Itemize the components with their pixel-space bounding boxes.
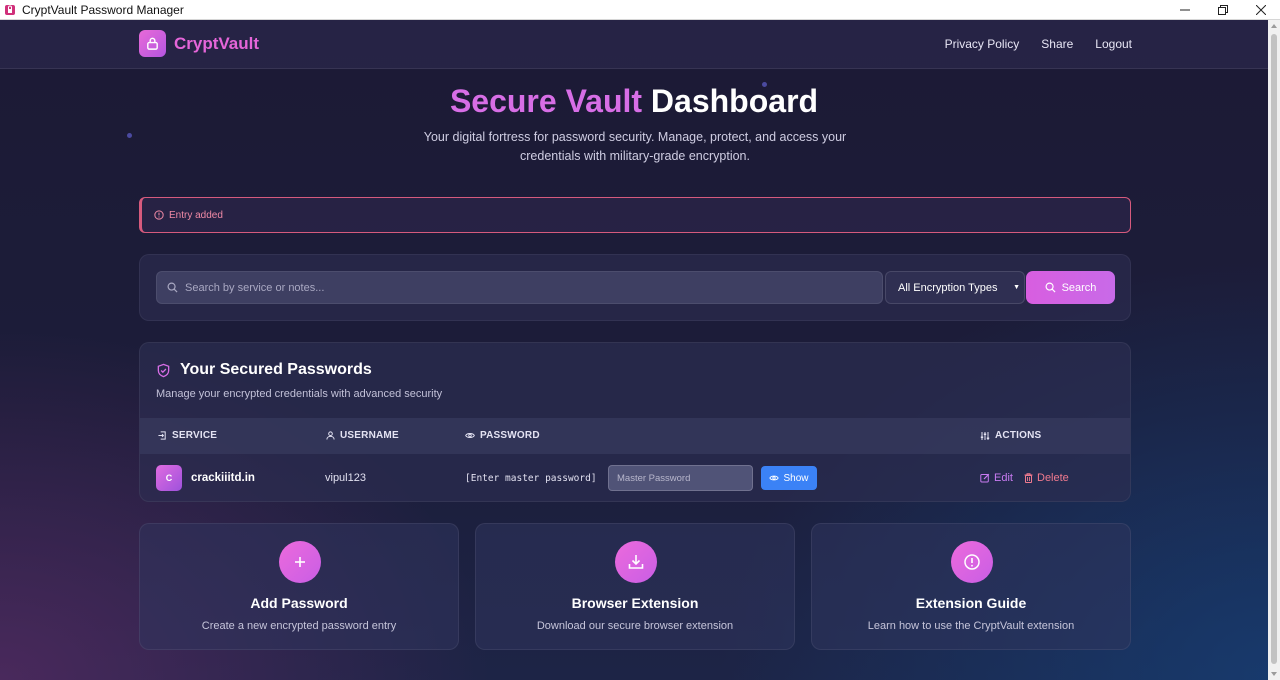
passwords-subtitle: Manage your encrypted credentials with a… <box>156 388 443 400</box>
delete-label: Delete <box>1037 472 1069 484</box>
edit-label: Edit <box>994 472 1013 484</box>
user-icon <box>326 431 335 440</box>
eye-icon <box>769 474 780 482</box>
add-password-title: Add Password <box>250 595 348 611</box>
extension-guide-desc: Learn how to use the CryptVault extensio… <box>867 620 1075 632</box>
top-navbar: CryptVault Privacy Policy Share Logout <box>0 20 1268 69</box>
nav-links: Privacy Policy Share Logout <box>945 37 1132 51</box>
page-title-accent: Secure Vault <box>449 83 643 119</box>
search-input[interactable]: Search by service or notes... <box>156 271 883 304</box>
plus-icon <box>279 541 321 583</box>
column-username: USERNAME <box>326 430 399 441</box>
restore-button[interactable] <box>1204 0 1242 20</box>
nav-share[interactable]: Share <box>1041 37 1073 51</box>
search-panel: Search by service or notes... All Encryp… <box>139 254 1131 321</box>
username-value: vipul123 <box>325 472 366 484</box>
logo-text: CryptVault <box>174 33 260 53</box>
lock-icon <box>139 30 166 57</box>
scroll-up-arrow-icon[interactable] <box>1271 24 1277 28</box>
page-title-rest: Dashboard <box>650 83 819 119</box>
master-password-input[interactable]: Master Password <box>608 465 753 491</box>
search-icon <box>167 282 178 293</box>
passwords-title-text: Your Secured Passwords <box>180 361 372 378</box>
encryption-type-select[interactable]: All Encryption Types ▼ <box>885 271 1025 304</box>
add-password-card[interactable]: Add Password Create a new encrypted pass… <box>139 523 459 650</box>
service-icon <box>158 431 167 440</box>
column-actions: ACTIONS <box>980 430 1041 441</box>
browser-extension-card[interactable]: Browser Extension Download our secure br… <box>475 523 795 650</box>
show-button-label: Show <box>783 472 809 484</box>
trash-icon <box>1024 473 1033 483</box>
close-button[interactable] <box>1242 0 1280 20</box>
column-service-label: SERVICE <box>172 430 218 441</box>
edit-button[interactable]: Edit <box>980 472 1013 484</box>
search-button[interactable]: Search <box>1026 271 1115 304</box>
search-icon <box>1045 282 1056 293</box>
passwords-panel: Your Secured Passwords Manage your encry… <box>139 342 1131 502</box>
logo[interactable]: CryptVault <box>139 30 259 57</box>
extension-guide-card[interactable]: Extension Guide Learn how to use the Cry… <box>811 523 1131 650</box>
edit-icon <box>980 473 990 483</box>
password-masked: [Enter master password] <box>465 473 597 484</box>
show-password-button[interactable]: Show <box>761 466 817 490</box>
settings-sliders-icon <box>980 431 990 441</box>
extension-guide-title: Extension Guide <box>915 595 1027 611</box>
delete-button[interactable]: Delete <box>1024 472 1069 484</box>
page-viewport: CryptVault Privacy Policy Share Logout S… <box>0 20 1280 680</box>
eye-icon <box>465 431 475 440</box>
column-username-label: USERNAME <box>340 430 399 441</box>
alert-banner: Entry added <box>139 197 1131 233</box>
column-actions-label: ACTIONS <box>995 430 1042 441</box>
browser-extension-desc: Download our secure browser extension <box>536 620 734 632</box>
shield-check-icon <box>156 363 171 378</box>
page-title: Secure Vault Dashboard <box>0 83 1268 120</box>
page-subtitle: Your digital fortress for password secur… <box>423 130 847 163</box>
add-password-desc: Create a new encrypted password entry <box>201 620 397 632</box>
table-row: C crackiiitd.in vipul123 [Enter master p… <box>140 454 1130 501</box>
master-password-placeholder: Master Password <box>617 472 691 484</box>
table-header: SERVICE USERNAME PASSWORD ACTIONS <box>140 418 1130 454</box>
alert-circle-icon <box>154 210 164 220</box>
window-title: CryptVault Password Manager <box>22 2 184 17</box>
window-titlebar: CryptVault Password Manager <box>0 0 1280 20</box>
minimize-button[interactable] <box>1166 0 1204 20</box>
vertical-scrollbar[interactable] <box>1268 20 1280 680</box>
column-service: SERVICE <box>158 430 217 441</box>
encryption-type-value: All Encryption Types <box>898 281 998 294</box>
nav-logout[interactable]: Logout <box>1095 37 1132 51</box>
column-password: PASSWORD <box>465 430 540 441</box>
browser-extension-title: Browser Extension <box>571 595 699 611</box>
decor-dot <box>127 133 132 138</box>
dropdown-caret-icon: ▼ <box>1013 284 1020 291</box>
app-icon <box>4 4 16 16</box>
search-placeholder: Search by service or notes... <box>185 281 325 294</box>
nav-privacy-policy[interactable]: Privacy Policy <box>945 37 1020 51</box>
search-button-label: Search <box>1061 281 1097 294</box>
service-name: crackiiitd.in <box>191 472 255 484</box>
passwords-title: Your Secured Passwords <box>156 361 372 379</box>
service-avatar: C <box>156 465 182 491</box>
download-icon <box>615 541 657 583</box>
info-icon <box>951 541 993 583</box>
scrollbar-thumb[interactable] <box>1271 34 1277 664</box>
alert-message: Entry added <box>169 209 223 221</box>
scroll-down-arrow-icon[interactable] <box>1271 672 1277 676</box>
column-password-label: PASSWORD <box>480 430 540 441</box>
